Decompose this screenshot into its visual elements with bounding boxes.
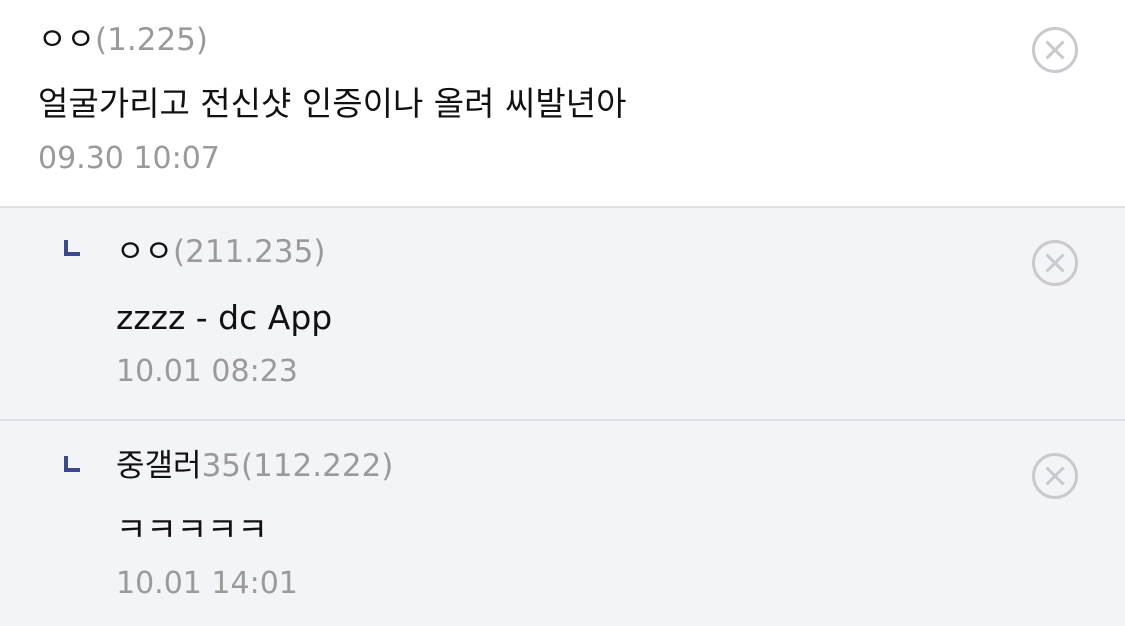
comment-text: zzzz - dc App — [116, 298, 333, 337]
comment-text: 얼굴가리고 전신샷 인증이나 올려 씨발년아 — [38, 84, 627, 123]
comment-date: 10.01 14:01 — [116, 566, 298, 601]
close-circle-icon[interactable] — [1032, 27, 1078, 73]
comment-date: 10.01 08:23 — [116, 354, 298, 389]
comment-author: ㅇㅇ(1.225) — [38, 22, 208, 58]
nickname[interactable]: 중갤러 — [116, 448, 202, 484]
nickname[interactable]: ㅇㅇ — [38, 22, 95, 58]
nickname[interactable]: ㅇㅇ — [116, 234, 173, 270]
comment-date: 09.30 10:07 — [38, 141, 220, 176]
close-circle-icon[interactable] — [1032, 240, 1078, 286]
ip-address: 35(112.222) — [201, 448, 394, 484]
comment-item: ㅇㅇ(1.225) 얼굴가리고 전신샷 인증이나 올려 씨발년아 09.30 1… — [0, 0, 1125, 206]
ip-address: (1.225) — [95, 22, 208, 58]
reply-item: 중갤러35(112.222) ㅋㅋㅋㅋㅋ 10.01 14:01 — [0, 419, 1125, 626]
reply-item: ㅇㅇ(211.235) zzzz - dc App 10.01 08:23 — [0, 206, 1125, 419]
close-circle-icon[interactable] — [1032, 453, 1078, 499]
reply-arrow-icon — [64, 456, 80, 472]
reply-arrow-icon — [64, 240, 80, 256]
ip-address: (211.235) — [173, 234, 326, 270]
comment-text: ㅋㅋㅋㅋㅋ — [116, 510, 268, 549]
comment-author: 중갤러35(112.222) — [116, 448, 393, 484]
comment-author: ㅇㅇ(211.235) — [116, 234, 325, 270]
